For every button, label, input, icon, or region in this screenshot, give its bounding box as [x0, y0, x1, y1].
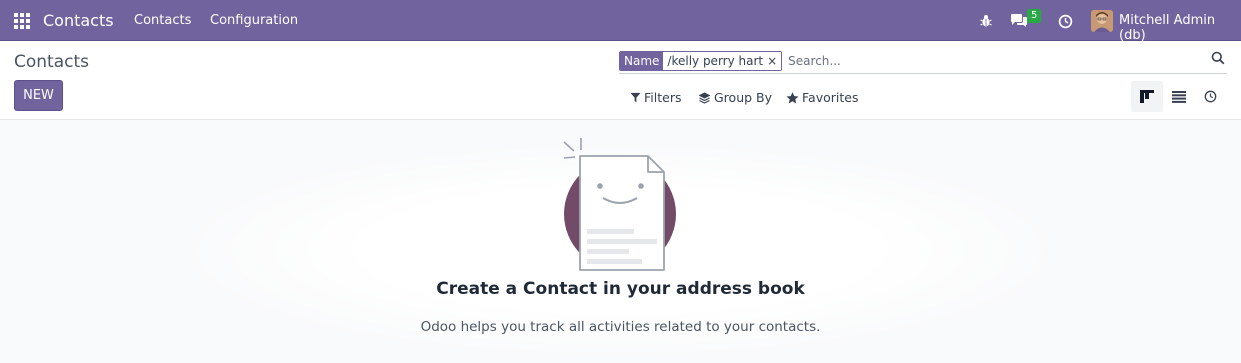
- new-button[interactable]: NEW: [14, 80, 63, 111]
- menu-item-contacts[interactable]: Contacts: [134, 13, 191, 28]
- filters-toggle[interactable]: Filters: [630, 90, 681, 105]
- layers-icon: [698, 92, 711, 104]
- search-icon[interactable]: [1211, 51, 1225, 69]
- app-brand[interactable]: Contacts: [43, 11, 114, 30]
- empty-state-title: Create a Contact in your address book: [436, 279, 805, 299]
- list-icon: [1172, 90, 1186, 103]
- facet-value: /kelly perry hart: [663, 51, 768, 70]
- group-by-toggle[interactable]: Group By: [698, 90, 772, 105]
- control-panel: Contacts NEW Name /kelly perry hart × Fi…: [0, 41, 1241, 120]
- facet-label: Name: [620, 51, 664, 70]
- activity-clock-icon: [1204, 90, 1216, 103]
- group-by-label: Group By: [714, 90, 773, 105]
- user-avatar[interactable]: [1091, 10, 1113, 32]
- chat-icon[interactable]: [1010, 12, 1028, 30]
- list-view-button[interactable]: [1163, 81, 1195, 112]
- messages-count-badge: 5: [1027, 9, 1042, 23]
- kanban-view-button[interactable]: [1131, 81, 1163, 112]
- filter-icon: [630, 92, 641, 103]
- favorites-label: Favorites: [802, 90, 859, 105]
- filters-label: Filters: [644, 90, 682, 105]
- top-navbar: Contacts Contacts Configuration 5 Mitche…: [0, 0, 1241, 43]
- menu-item-configuration[interactable]: Configuration: [210, 13, 298, 28]
- star-icon: [786, 91, 799, 103]
- activity-view-button[interactable]: [1194, 81, 1226, 112]
- favorites-toggle[interactable]: Favorites: [786, 90, 858, 105]
- empty-document-illustration: [560, 136, 680, 276]
- kanban-icon: [1140, 90, 1154, 103]
- page-title[interactable]: Contacts: [14, 52, 89, 72]
- search-bar: Name /kelly perry hart ×: [619, 48, 1227, 74]
- facet-remove-button[interactable]: ×: [767, 51, 782, 70]
- bug-icon[interactable]: [977, 12, 995, 30]
- empty-state-help: Odoo helps you track all activities rela…: [420, 319, 821, 335]
- apps-grid-icon[interactable]: [14, 13, 30, 29]
- clock-icon[interactable]: [1056, 12, 1074, 30]
- user-name[interactable]: Mitchell Admin (db): [1119, 13, 1241, 43]
- kanban-empty-area: Create a Contact in your address book Od…: [0, 120, 1241, 363]
- search-facet: Name /kelly perry hart ×: [619, 50, 783, 71]
- search-input[interactable]: [788, 53, 1227, 68]
